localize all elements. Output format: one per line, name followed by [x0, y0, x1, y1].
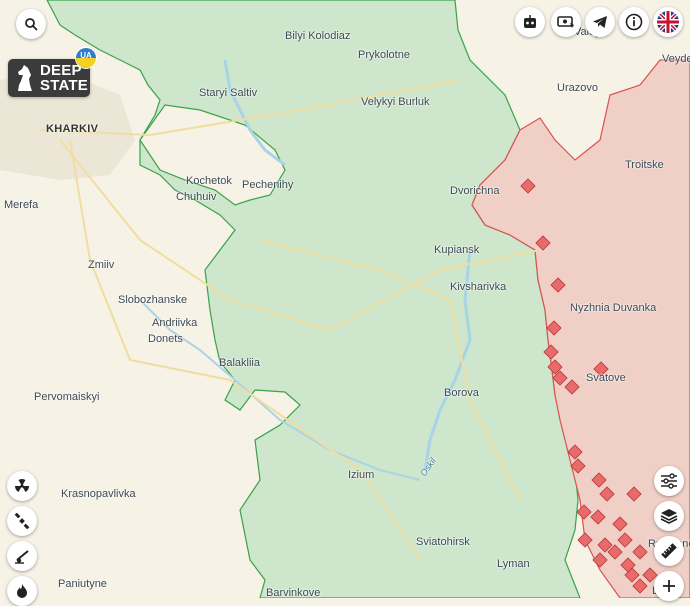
- telegram-icon: [593, 16, 607, 28]
- zoom-in-icon: [663, 580, 675, 592]
- artillery-button[interactable]: [7, 541, 37, 571]
- ua-language-badge[interactable]: UA: [76, 48, 96, 68]
- robot-button[interactable]: [515, 7, 545, 37]
- settings-sliders-icon: [661, 473, 677, 489]
- info-icon: [625, 13, 643, 31]
- map-canvas[interactable]: [0, 0, 690, 598]
- donate-icon: [557, 16, 574, 28]
- artillery-icon: [15, 550, 29, 564]
- fire-icon: [17, 584, 27, 598]
- ruler-button[interactable]: [654, 536, 684, 566]
- ua-badge-label: UA: [80, 50, 92, 60]
- filters-button[interactable]: [654, 466, 684, 496]
- satellite-icon: [14, 513, 30, 529]
- layers-button[interactable]: [654, 501, 684, 531]
- uk-flag-icon: [657, 11, 679, 33]
- knight-chess-icon: [18, 65, 32, 91]
- language-button[interactable]: [653, 7, 683, 37]
- search-icon: [25, 18, 38, 31]
- layers-icon: [660, 509, 678, 524]
- search-button[interactable]: [16, 9, 46, 39]
- telegram-button[interactable]: [585, 7, 615, 37]
- ruler-icon: [661, 543, 677, 559]
- fire-button[interactable]: [7, 576, 37, 606]
- donate-button[interactable]: [551, 7, 581, 37]
- zoom-in-button[interactable]: [654, 571, 684, 601]
- logo-line2: STATE: [40, 77, 88, 94]
- radiation-button[interactable]: [7, 471, 37, 501]
- info-button[interactable]: [619, 7, 649, 37]
- radiation-icon: [15, 479, 29, 492]
- satellite-button[interactable]: [7, 506, 37, 536]
- robot-icon: [524, 15, 536, 28]
